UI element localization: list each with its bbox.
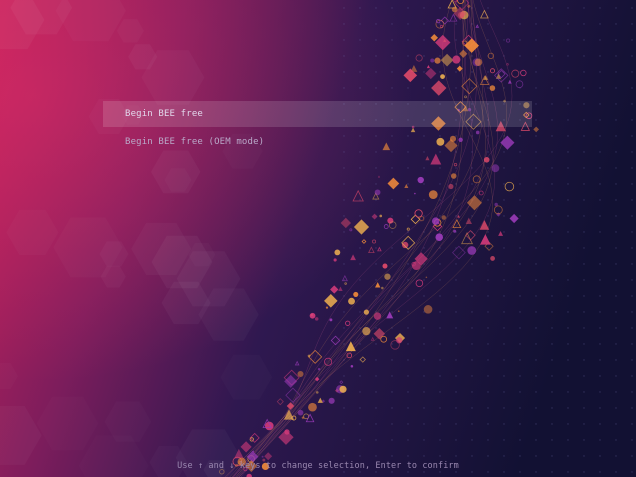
menu-entry-begin-bee-free[interactable]: Begin BEE free [103, 101, 532, 127]
wallpaper-background [0, 0, 636, 477]
boot-screen: Begin BEE free Begin BEE free (OEM mode)… [0, 0, 636, 477]
boot-menu: Begin BEE free Begin BEE free (OEM mode) [103, 101, 532, 155]
footer-hint: Use ↑ and ↓ keys to change selection, En… [177, 461, 459, 471]
menu-entry-begin-bee-free-oem[interactable]: Begin BEE free (OEM mode) [103, 129, 532, 155]
